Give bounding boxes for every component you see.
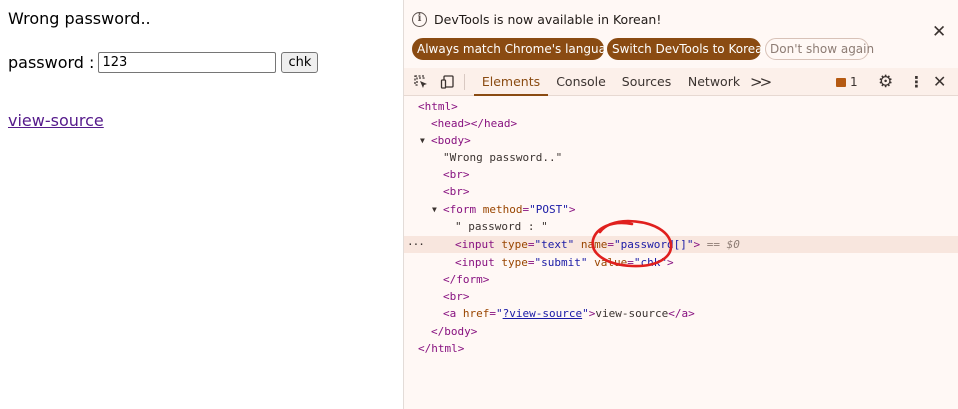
devtools-panel: i DevTools is now available in Korean! ✕… (403, 0, 958, 409)
more-options-icon[interactable]: ⋮ (909, 68, 924, 96)
input-tag: <input (455, 256, 502, 269)
infobar-close-icon[interactable]: ✕ (932, 24, 946, 41)
type-attr: type (501, 256, 528, 269)
dom-node-input-text-selected[interactable]: ··· <input type="text" name="password[]"… (404, 236, 958, 253)
br-tag: <br> (443, 290, 470, 303)
password-input[interactable] (98, 51, 277, 73)
body-close-tag: </body> (431, 325, 478, 338)
html-close-tag: </html> (418, 342, 465, 355)
dom-node-anchor[interactable]: <a href="?view-source">view-source</a> (404, 305, 958, 322)
info-icon: i (412, 12, 427, 27)
body-open-tag: <body> (431, 134, 471, 147)
form-method-attr: method (482, 203, 523, 216)
dom-node-input-submit[interactable]: <input type="submit" value="chk"> (404, 254, 958, 271)
tab-console[interactable]: Console (552, 68, 610, 96)
inspect-element-icon[interactable] (413, 74, 429, 90)
anchor-text: view-source (595, 307, 669, 320)
tab-separator (464, 74, 465, 90)
dom-node-body-close[interactable]: </body> (404, 323, 958, 340)
form-method-value: "POST" (529, 203, 569, 216)
value-attr: value (594, 256, 628, 269)
type-value: "text" (534, 238, 575, 251)
a-tag: <a (443, 307, 463, 320)
always-match-language-button[interactable]: Always match Chrome's language (412, 38, 621, 60)
type-value: "submit" (534, 256, 588, 269)
row-options-dots-icon[interactable]: ··· (407, 236, 425, 253)
chk-submit-button[interactable]: chk (281, 51, 319, 73)
webpage-viewport: Wrong password.. password : chk view-sou… (0, 0, 403, 409)
dom-node-body[interactable]: ▼ <body> (404, 132, 958, 149)
br-tag: <br> (443, 185, 470, 198)
input-bracket: > (666, 256, 674, 269)
password-label: password : (8, 52, 95, 72)
dom-node-head[interactable]: <head></head> (404, 115, 958, 132)
switch-to-korean-button[interactable]: Switch DevTools to Korean (607, 38, 770, 60)
language-infobar: i DevTools is now available in Korean! ✕… (404, 0, 958, 68)
name-attr: name (580, 238, 608, 251)
html-open-tag: <html> (418, 100, 458, 113)
infobar-message: DevTools is now available in Korean! (434, 12, 662, 27)
type-attr: type (501, 238, 528, 251)
dom-node-br[interactable]: <br> (404, 288, 958, 305)
dom-node-html-close[interactable]: </html> (404, 340, 958, 357)
value-value: "chk" (633, 256, 667, 269)
dom-node-form-close[interactable]: </form> (404, 271, 958, 288)
devtools-tabbar: Elements Console Sources Network >> 1 ⚙ … (404, 68, 958, 96)
dom-node-form[interactable]: ▼ <form method="POST"> (404, 201, 958, 218)
issues-icon[interactable] (836, 78, 846, 87)
tab-sources[interactable]: Sources (619, 68, 674, 96)
dom-node-br[interactable]: <br> (404, 166, 958, 183)
devtools-close-icon[interactable]: ✕ (933, 68, 946, 96)
device-toolbar-icon[interactable] (440, 74, 456, 90)
dom-text-node-password[interactable]: " password : " (404, 218, 958, 235)
password-text-node: " password : " (455, 220, 548, 233)
dom-node-html[interactable]: <html> (404, 98, 958, 115)
name-value: "password[]" (613, 238, 694, 251)
password-form: password : chk (8, 51, 319, 73)
href-link[interactable]: ?view-source (503, 307, 582, 320)
a-close-tag: </a> (668, 307, 695, 320)
input-tag: <input (455, 238, 502, 251)
dom-node-br[interactable]: <br> (404, 183, 958, 200)
head-tag: <head></head> (431, 117, 518, 130)
selected-element-ref: == $0 (706, 238, 740, 251)
tab-elements[interactable]: Elements (474, 68, 548, 96)
issues-count[interactable]: 1 (850, 68, 858, 96)
form-bracket: > (568, 203, 576, 216)
tab-network[interactable]: Network (686, 68, 742, 96)
expand-triangle-icon[interactable]: ▼ (420, 132, 425, 149)
href-attr: href (462, 307, 490, 320)
dom-text-node[interactable]: "Wrong password.." (404, 149, 958, 166)
input-bracket: > (693, 238, 701, 251)
view-source-link[interactable]: view-source (8, 111, 104, 130)
br-tag: <br> (443, 168, 470, 181)
dont-show-again-button[interactable]: Don't show again (765, 38, 874, 60)
dom-tree: <html> <head></head> ▼ <body> "Wrong pas… (404, 97, 958, 409)
more-tabs-chevron-icon[interactable]: >> (750, 68, 772, 96)
form-tag: <form (443, 203, 483, 216)
form-close-tag: </form> (443, 273, 490, 286)
text-node-value: "Wrong password.." (443, 151, 563, 164)
expand-triangle-icon[interactable]: ▼ (432, 201, 437, 218)
error-message: Wrong password.. (8, 9, 151, 28)
settings-gear-icon[interactable]: ⚙ (878, 68, 893, 96)
